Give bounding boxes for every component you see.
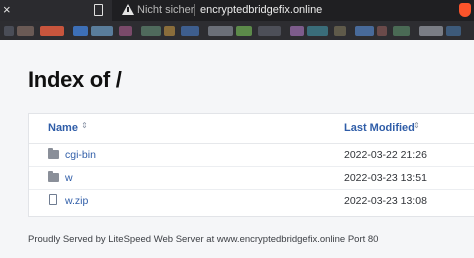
bookmark-item[interactable] (181, 26, 199, 36)
bookmark-icon[interactable] (94, 4, 103, 16)
file-name[interactable]: w.zip (65, 194, 88, 208)
column-header-last-modified[interactable]: Last Modified (344, 121, 415, 135)
sort-icon[interactable]: ⇕ (81, 122, 88, 130)
bookmark-item[interactable] (334, 26, 346, 36)
bookmark-item[interactable] (4, 26, 14, 36)
bookmark-item[interactable] (377, 26, 387, 36)
bookmark-item[interactable] (40, 26, 64, 36)
warning-icon-mark (127, 7, 129, 12)
bookmark-item[interactable] (208, 26, 233, 36)
bookmark-item[interactable] (91, 26, 113, 36)
bookmark-item[interactable] (446, 26, 461, 36)
bookmark-item[interactable] (141, 26, 161, 36)
close-icon[interactable]: × (3, 2, 11, 17)
address-divider (194, 4, 195, 16)
bookmark-item[interactable] (236, 26, 252, 36)
bookmark-item[interactable] (119, 26, 132, 36)
url-text[interactable]: encryptedbridgefix.online (200, 3, 322, 17)
sort-icon[interactable]: ⇕ (413, 122, 420, 130)
bookmark-item[interactable] (258, 26, 281, 36)
bookmark-item[interactable] (393, 26, 410, 36)
bookmark-item[interactable] (419, 26, 443, 36)
bookmark-item[interactable] (17, 26, 34, 36)
file-name[interactable]: w (65, 171, 73, 185)
folder-icon (48, 148, 59, 159)
bookmark-item[interactable] (290, 26, 304, 36)
security-label[interactable]: Nicht sicher (137, 3, 194, 17)
folder-icon (48, 171, 59, 182)
bookmark-item[interactable] (307, 26, 328, 36)
file-name[interactable]: cgi-bin (65, 148, 96, 162)
column-header-name[interactable]: Name (48, 121, 78, 135)
bookmark-item[interactable] (355, 26, 374, 36)
table-row[interactable]: w.zip 2022-03-23 13:08 (29, 190, 474, 213)
brave-shield-icon[interactable] (459, 3, 471, 17)
modified-date: 2022-03-22 21:26 (344, 149, 427, 161)
server-footer: Proudly Served by LiteSpeed Web Server a… (28, 234, 379, 245)
table-row[interactable]: cgi-bin 2022-03-22 21:26 (29, 144, 474, 167)
file-icon (49, 194, 57, 205)
modified-date: 2022-03-23 13:51 (344, 172, 427, 184)
browser-toolbar: × Nicht sicher encryptedbridgefix.online (0, 0, 474, 21)
directory-listing: Name ⇕ Last Modified ⇕ cgi-bin 2022-03-2… (28, 113, 474, 217)
bookmark-item[interactable] (73, 26, 88, 36)
bookmark-item[interactable] (164, 26, 175, 36)
table-row[interactable]: w 2022-03-23 13:51 (29, 167, 474, 190)
page-title: Index of / (28, 67, 122, 92)
modified-date: 2022-03-23 13:08 (344, 195, 427, 207)
